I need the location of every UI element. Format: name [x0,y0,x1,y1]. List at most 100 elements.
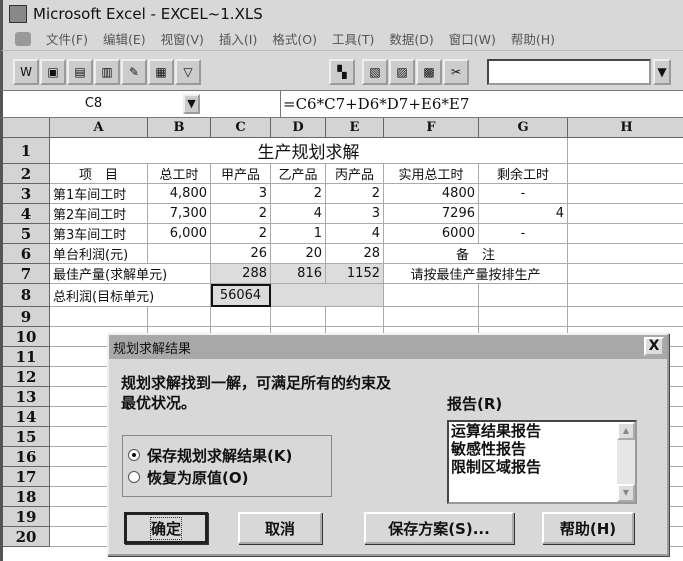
radio-selected-icon[interactable] [128,449,140,461]
radio-restore-original[interactable]: 恢复为原值(O) [128,466,331,488]
cell[interactable] [50,307,148,327]
row-header-17[interactable]: 17 [3,467,50,487]
cell-value[interactable]: 4 [326,224,384,244]
row-header-10[interactable]: 10 [3,327,50,347]
changing-cell[interactable]: 816 [271,264,326,284]
menu-file[interactable]: 文件(F) [46,29,88,48]
toolbar-combo-input[interactable] [487,59,651,85]
cell-value[interactable]: 4 [271,204,326,224]
row-label[interactable]: 总利润(目标单元) [50,284,211,307]
close-icon[interactable]: X [644,337,664,356]
row-label[interactable]: 第2车间工时 [50,204,148,224]
cell-value[interactable]: 26 [211,244,271,264]
column-label[interactable]: 实用总工时 [384,164,479,184]
cell-value[interactable]: 7296 [384,204,479,224]
cell[interactable] [326,307,384,327]
changing-cell[interactable]: 288 [211,264,271,284]
row-label[interactable]: 单台利润(元) [50,244,211,264]
cell[interactable] [568,224,683,244]
toolbar-button-icon[interactable]: ✂ [443,59,469,85]
binoculars-icon[interactable]: ▚ [329,59,355,85]
column-header-F[interactable]: F [384,118,479,138]
sheet-title[interactable]: 生产规划求解 [50,138,568,164]
word-icon[interactable]: W [13,59,39,85]
toolbar-button-icon[interactable]: ▤ [67,59,93,85]
cell[interactable] [211,307,271,327]
toolbar-button-icon[interactable]: ▩ [416,59,442,85]
select-all-corner[interactable] [3,118,50,138]
row-label[interactable]: 第3车间工时 [50,224,148,244]
cell-value[interactable]: 4,800 [148,184,211,204]
row-header-2[interactable]: 2 [3,164,50,184]
column-label[interactable]: 乙产品 [271,164,326,184]
cell[interactable] [271,307,326,327]
row-header-6[interactable]: 6 [3,244,50,264]
changing-cell[interactable]: 1152 [326,264,384,284]
row-header-1[interactable]: 1 [3,138,50,164]
toolbar-button-icon[interactable]: ▣ [40,59,66,85]
cell-value[interactable]: 3 [211,184,271,204]
row-header-12[interactable]: 12 [3,367,50,387]
cell[interactable] [568,184,683,204]
cell-value[interactable]: 7,300 [148,204,211,224]
scrollbar[interactable]: ▲ ▼ [617,422,635,502]
column-label[interactable]: 总工时 [148,164,211,184]
chevron-down-icon[interactable]: ▼ [653,59,671,85]
cell-value[interactable]: 2 [271,184,326,204]
row-header-5[interactable]: 5 [3,224,50,244]
document-icon[interactable] [15,31,31,46]
column-header-A[interactable]: A [50,118,148,138]
row-header-9[interactable]: 9 [3,307,50,327]
toolbar-button-icon[interactable]: ✎ [121,59,147,85]
help-button[interactable]: 帮助(H) [542,512,634,544]
radio-keep-solution[interactable]: 保存规划求解结果(K) [128,444,331,466]
cell-value[interactable]: 2 [326,184,384,204]
reports-listbox[interactable]: 运算结果报告 敏感性报告 限制区域报告 ▲ ▼ [447,420,637,504]
column-header-C[interactable]: C [211,118,271,138]
cell-value[interactable]: 6000 [384,224,479,244]
cell-value[interactable]: 2 [211,224,271,244]
row-header-4[interactable]: 4 [3,204,50,224]
row-header-14[interactable]: 14 [3,407,50,427]
report-item-answer[interactable]: 运算结果报告 [449,422,635,440]
toolbar-button-icon[interactable]: ▦ [148,59,174,85]
cell[interactable] [384,284,479,307]
row-header-19[interactable]: 19 [3,507,50,527]
name-box[interactable]: C8 [6,94,181,114]
toolbar-button-icon[interactable]: ▥ [94,59,120,85]
toolbar-button-icon[interactable]: ▧ [362,59,388,85]
row-header-11[interactable]: 11 [3,347,50,367]
cell[interactable] [384,307,479,327]
menu-edit[interactable]: 编辑(E) [103,29,146,48]
cell-value[interactable]: 28 [326,244,384,264]
row-label[interactable]: 第1车间工时 [50,184,148,204]
column-header-B[interactable]: B [148,118,211,138]
menu-window[interactable]: 窗口(W) [449,29,496,48]
cell-value[interactable]: - [479,224,568,244]
cell[interactable] [479,284,568,307]
cell[interactable] [568,284,683,307]
menu-insert[interactable]: 插入(I) [219,29,257,48]
row-header-20[interactable]: 20 [3,527,50,547]
cell-value[interactable]: 2 [211,204,271,224]
toolbar-button-icon[interactable]: ▽ [175,59,201,85]
cell[interactable] [568,164,683,184]
report-item-sensitivity[interactable]: 敏感性报告 [449,440,635,458]
remarks-text[interactable]: 请按最佳产量按排生产 [384,264,568,284]
cell[interactable] [148,307,211,327]
cancel-button[interactable]: 取消 [238,512,322,544]
target-cell-selected[interactable]: 56064 [211,284,271,307]
cell-value[interactable]: 1 [271,224,326,244]
column-header-H[interactable]: H [568,118,683,138]
remarks-label[interactable]: 备 注 [384,244,568,264]
column-header-D[interactable]: D [271,118,326,138]
report-item-limits[interactable]: 限制区域报告 [449,458,635,476]
column-header-E[interactable]: E [326,118,384,138]
row-header-13[interactable]: 13 [3,387,50,407]
name-box-dropdown-icon[interactable]: ▼ [183,94,200,114]
scroll-up-icon[interactable]: ▲ [617,422,635,440]
row-header-8[interactable]: 8 [3,284,50,307]
cell-value[interactable]: 4 [479,204,568,224]
row-header-3[interactable]: 3 [3,184,50,204]
ok-button[interactable]: 确定 [124,512,208,544]
